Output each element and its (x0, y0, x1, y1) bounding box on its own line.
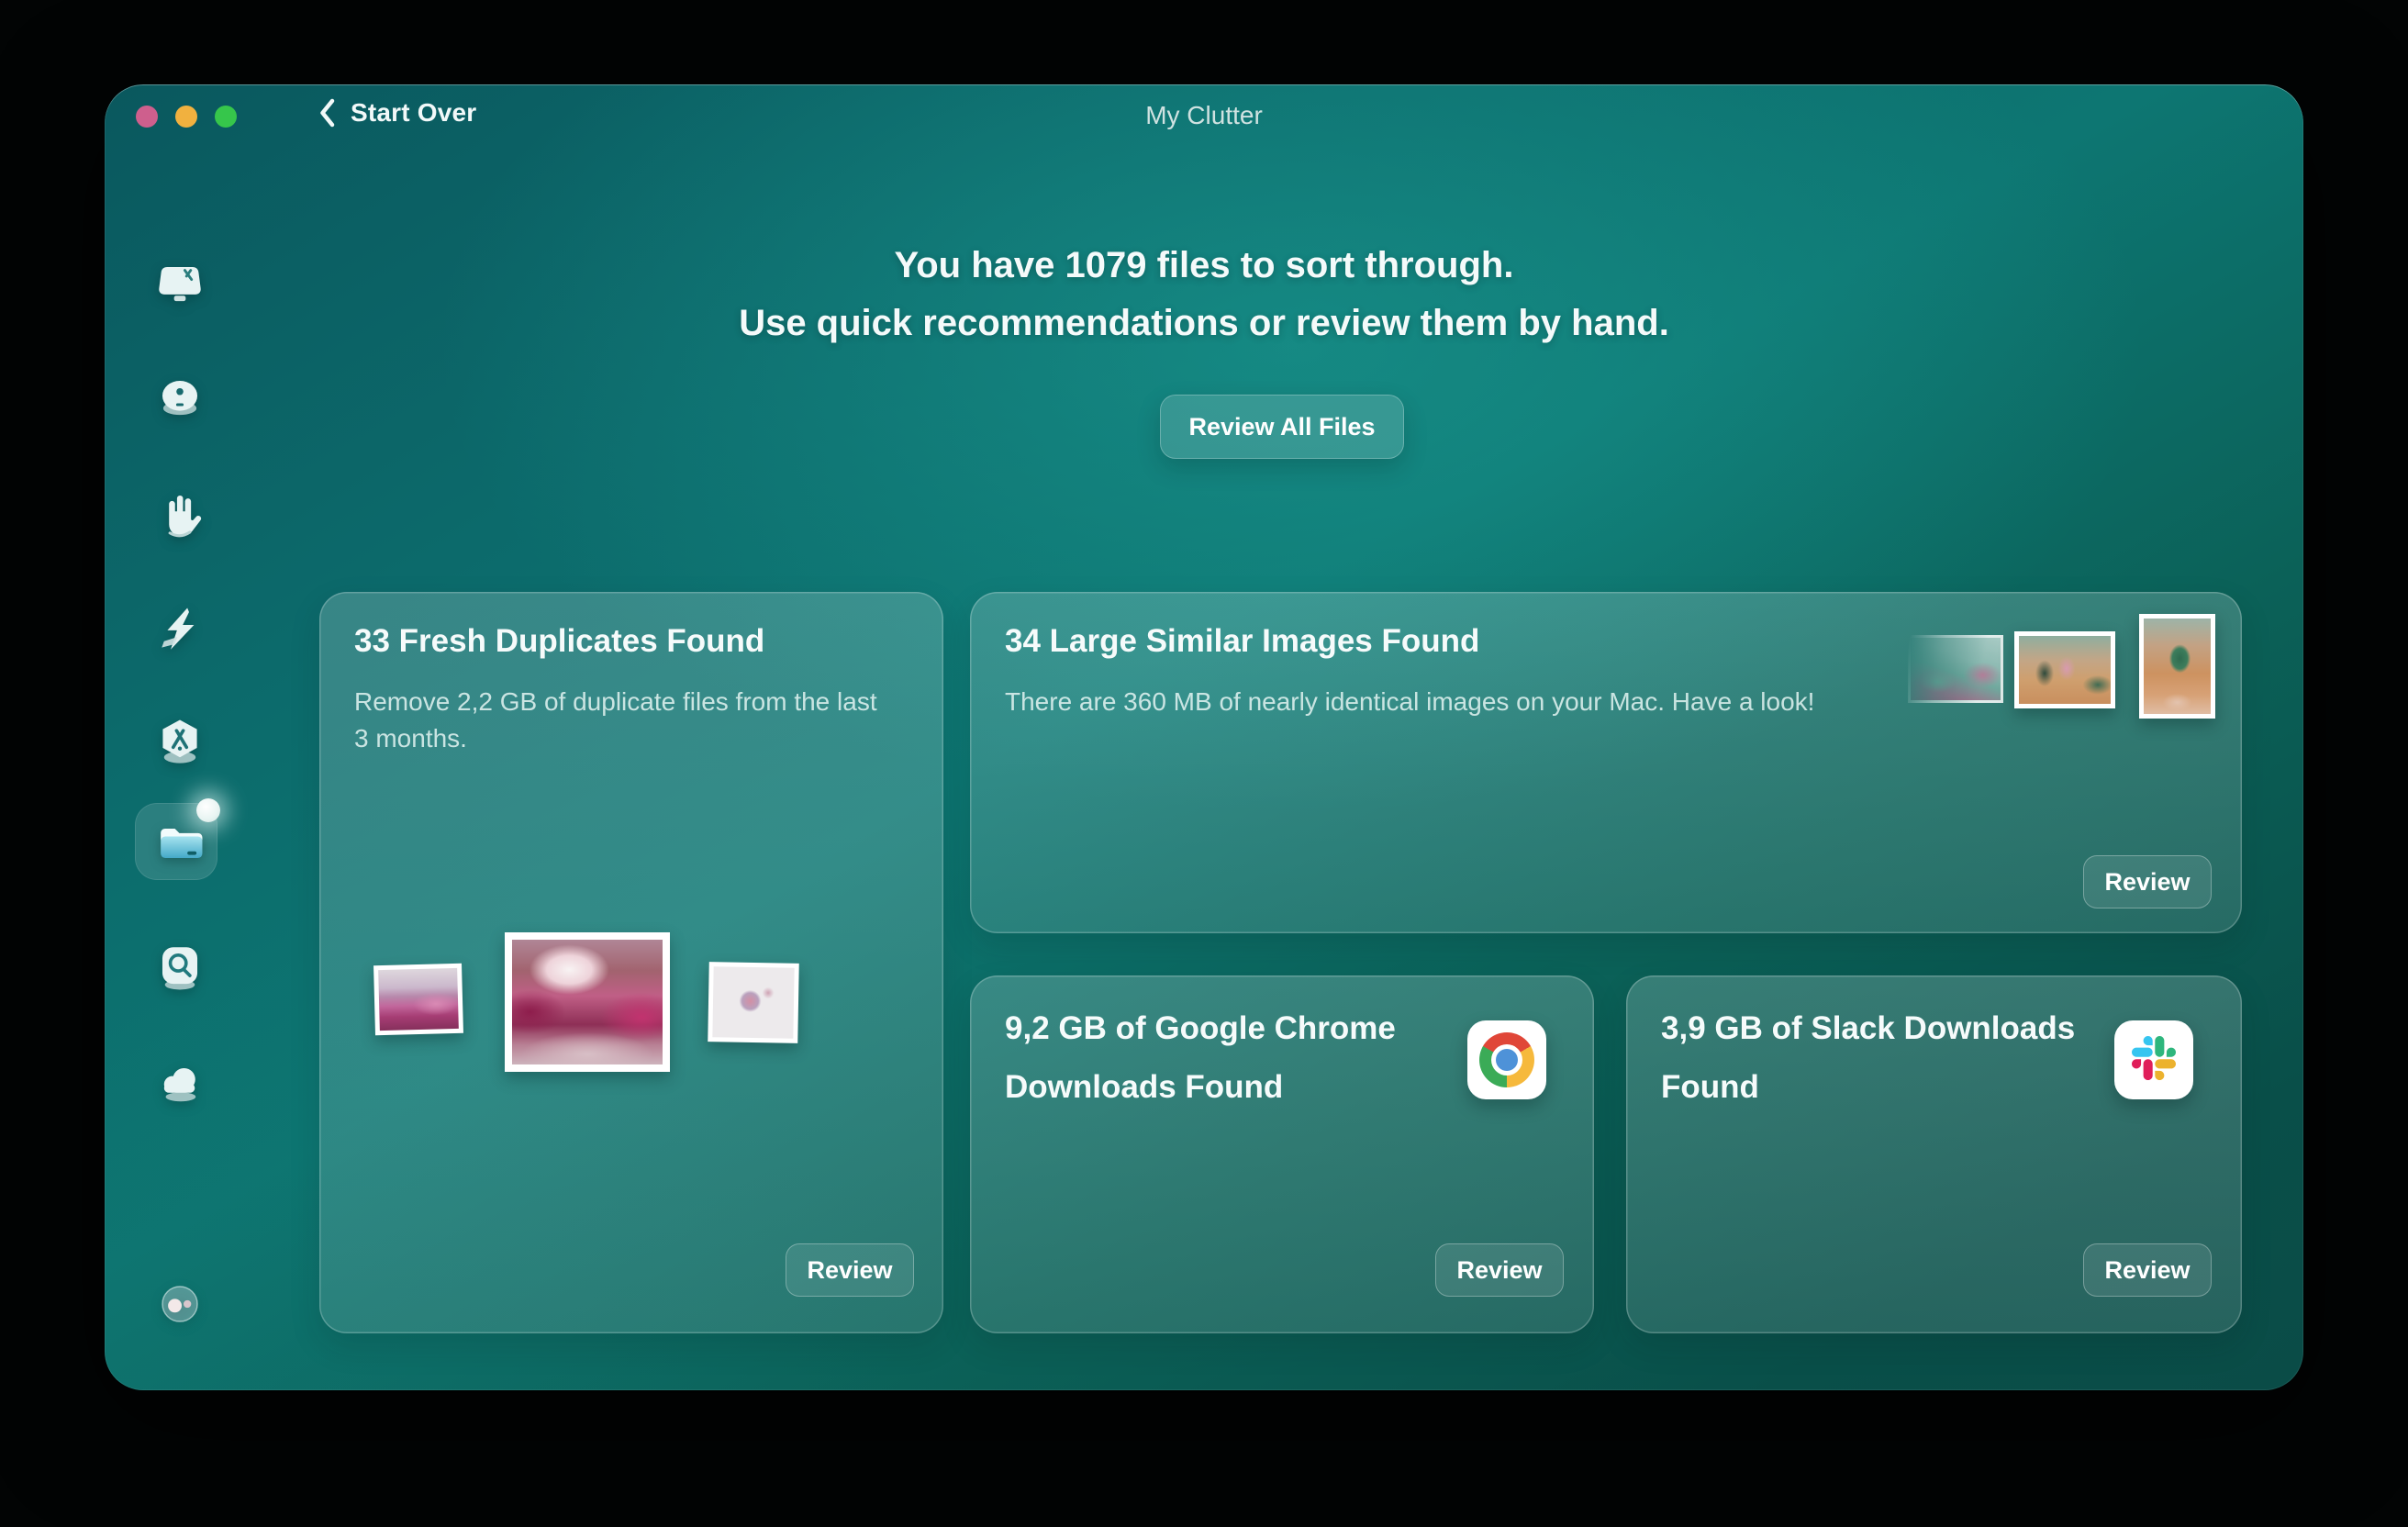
chrome-card-title: 9,2 GB of Google Chrome Downloads Found (1005, 999, 1436, 1117)
disc-icon (153, 372, 206, 425)
sidebar-item-assistant[interactable] (153, 1277, 206, 1331)
review-all-files-button[interactable]: Review All Files (1160, 395, 1404, 459)
slack-icon (2132, 1036, 2176, 1085)
sidebar-item-speed[interactable] (153, 603, 206, 656)
similar-images-review-button[interactable]: Review (2083, 855, 2212, 908)
similar-images-card-title: 34 Large Similar Images Found (1005, 623, 1479, 660)
duplicate-thumbnail-2 (505, 932, 670, 1072)
similar-thumbnail-2 (2014, 631, 2115, 708)
duplicates-card: 33 Fresh Duplicates Found Remove 2,2 GB … (319, 592, 943, 1333)
hero-line-1: You have 1079 files to sort through. (105, 237, 2303, 295)
hand-icon (153, 487, 206, 541)
page-title: My Clutter (105, 101, 2303, 130)
assistant-bubble-icon (153, 1277, 206, 1331)
similar-thumbnail-1 (1908, 635, 2003, 703)
sidebar-item-my-clutter[interactable] (153, 814, 206, 867)
chrome-downloads-card: 9,2 GB of Google Chrome Downloads Found … (970, 975, 1594, 1333)
hexagon-tools-icon (153, 715, 206, 768)
chrome-review-button[interactable]: Review (1435, 1243, 1564, 1297)
sidebar-item-hand[interactable] (153, 487, 206, 541)
notification-badge (196, 798, 220, 822)
duplicates-review-button[interactable]: Review (786, 1243, 914, 1297)
app-window: Start Over My Clutter (105, 84, 2303, 1390)
similar-images-card-body: There are 360 MB of nearly identical ima… (1005, 684, 1913, 720)
sidebar-item-search[interactable] (153, 941, 206, 994)
cloud-icon (153, 1054, 206, 1108)
screen: Start Over My Clutter (0, 0, 2408, 1527)
chrome-app-badge (1467, 1020, 1546, 1099)
duplicate-thumbnail-3 (708, 962, 799, 1043)
slack-card-title: 3,9 GB of Slack Downloads Found (1661, 999, 2092, 1117)
hero-line-2: Use quick recommendations or review them… (105, 295, 2303, 352)
search-icon (153, 941, 206, 994)
sidebar-item-disc[interactable] (153, 372, 206, 425)
duplicate-thumbnail-1 (373, 964, 463, 1035)
duplicates-card-title: 33 Fresh Duplicates Found (354, 623, 764, 660)
duplicates-card-body: Remove 2,2 GB of duplicate files from th… (354, 684, 885, 757)
slack-review-button[interactable]: Review (2083, 1243, 2212, 1297)
hero-heading: You have 1079 files to sort through. Use… (105, 237, 2303, 352)
lightning-icon (153, 603, 206, 656)
similar-images-card: 34 Large Similar Images Found There are … (970, 592, 2242, 933)
sidebar-item-applications[interactable] (153, 715, 206, 768)
slack-app-badge (2114, 1020, 2193, 1099)
google-chrome-icon (1479, 1032, 1534, 1087)
clutter-folder-icon (153, 814, 206, 867)
slack-downloads-card: 3,9 GB of Slack Downloads Found Review (1626, 975, 2242, 1333)
similar-thumbnail-3 (2139, 614, 2215, 719)
sidebar-item-cloud[interactable] (153, 1054, 206, 1108)
